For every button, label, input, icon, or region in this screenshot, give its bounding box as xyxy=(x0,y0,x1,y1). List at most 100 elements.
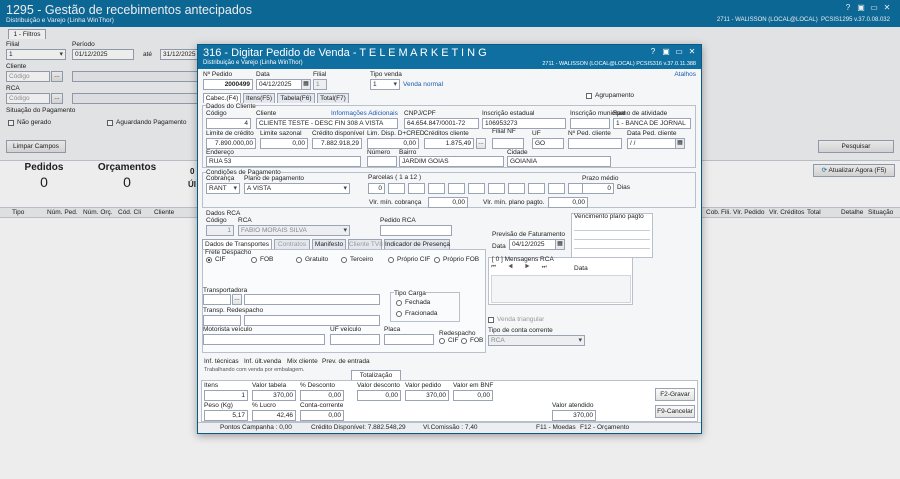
redespacho-field[interactable] xyxy=(203,315,241,326)
filial-field: 1 xyxy=(313,79,327,90)
fracionada-label: Fracionada xyxy=(405,310,438,317)
vlr-min-plano-label: Vlr. mín. plano pagto. xyxy=(483,199,545,206)
placa-field[interactable] xyxy=(384,334,434,345)
limite-label: Limite de crédito xyxy=(206,130,254,137)
cobranca-select[interactable]: RANT xyxy=(206,183,240,194)
atalhos-link[interactable]: Atalhos xyxy=(674,71,696,78)
parcela-7[interactable] xyxy=(488,183,505,194)
frete-proprio-cif-radio[interactable] xyxy=(388,257,394,263)
lucro-field: 42,46 xyxy=(252,410,296,421)
parcela-10[interactable] xyxy=(548,183,565,194)
frete-proprio-fob-radio[interactable] xyxy=(434,257,440,263)
calendar-icon[interactable]: ▦ xyxy=(675,139,684,148)
pct-desc-field: 0,00 xyxy=(300,390,344,401)
mensagens-nav[interactable]: ⏮◀▶⏭ xyxy=(491,264,571,273)
agrupamento-checkbox[interactable] xyxy=(586,93,592,99)
subtab-indicador[interactable]: Indicador de Presença xyxy=(384,239,450,249)
data-value: 04/12/2025 xyxy=(259,81,292,88)
num-pedido-label: Nº Pedido xyxy=(203,71,233,78)
pedido-rca-field[interactable] xyxy=(380,225,452,236)
status-f11: F11 - Moedas xyxy=(536,424,576,431)
num-pedido-field: 2000499 xyxy=(203,79,253,90)
data-field[interactable]: 04/12/2025 ▦ xyxy=(256,79,311,90)
venda-triangular-checkbox[interactable] xyxy=(488,317,494,323)
redespacho-fob-radio[interactable] xyxy=(461,338,467,344)
nped-field[interactable] xyxy=(568,138,622,149)
vlr-tabela-label: Valor tabela xyxy=(252,382,287,389)
tipo-carga-label: Tipo Carga xyxy=(394,290,426,297)
tab-mix-cliente[interactable]: Mix cliente xyxy=(287,358,318,365)
vlr-bnf-field: 0,00 xyxy=(453,390,493,401)
parcela-8[interactable] xyxy=(508,183,525,194)
placa-label: Placa xyxy=(384,326,401,333)
parcela-1[interactable]: 0 xyxy=(368,183,385,194)
dialog-close-icon[interactable]: ✕ xyxy=(687,47,697,56)
fracionada-radio[interactable] xyxy=(396,311,402,317)
subtab-contratos[interactable]: Contratos xyxy=(274,239,310,249)
tab-prev-entrada[interactable]: Prev. de entrada xyxy=(322,358,370,365)
filialnf-label: Filial NF xyxy=(492,128,516,135)
tipo-venda-select[interactable]: 1 xyxy=(370,79,400,90)
parcela-6[interactable] xyxy=(468,183,485,194)
frete-proprio-cif-label: Próprio CIF xyxy=(397,256,431,263)
tab-itens[interactable]: Itens(F5) xyxy=(243,93,275,103)
dialog-window-controls[interactable]: ? ▣ ▭ ✕ xyxy=(645,47,697,56)
previsao-data-field[interactable]: 04/12/2025 ▦ xyxy=(509,239,565,250)
frete-cif-radio[interactable] xyxy=(206,257,212,263)
nped-label: Nº Ped. cliente xyxy=(568,130,611,137)
filialnf-field[interactable] xyxy=(492,138,524,149)
plano-select[interactable]: A VISTA xyxy=(244,183,350,194)
codigo-field[interactable]: 4 xyxy=(206,118,251,129)
dialog-minimize-icon[interactable]: ▭ xyxy=(674,47,684,56)
tipo-cc-select[interactable]: RCA xyxy=(488,335,585,346)
parcela-9[interactable] xyxy=(528,183,545,194)
vlr-desc-label: Valor desconto xyxy=(357,382,400,389)
tab-inf-tecnicas[interactable]: Inf. técnicas xyxy=(204,358,239,365)
calendar-icon[interactable]: ▦ xyxy=(555,240,564,249)
subtab-cliente-tv8[interactable]: Cliente TV8 xyxy=(348,239,383,249)
cancelar-button[interactable]: F9-Cancelar xyxy=(655,405,695,418)
fechada-radio[interactable] xyxy=(396,300,402,306)
dialog-help-icon[interactable]: ? xyxy=(648,47,658,56)
vlr-bnf-label: Valor em BNF xyxy=(453,382,494,389)
frete-fob-radio[interactable] xyxy=(251,257,257,263)
parcela-3[interactable] xyxy=(408,183,425,194)
uf-veiculo-field[interactable] xyxy=(330,334,380,345)
dias-label: Dias xyxy=(617,184,631,191)
parcela-2[interactable] xyxy=(388,183,405,194)
uf-label: UF xyxy=(532,130,541,137)
parcela-4[interactable] xyxy=(428,183,445,194)
uf-veiculo-label: UF veículo xyxy=(330,326,362,333)
dataped-field[interactable]: / / ▦ xyxy=(627,138,685,149)
transportadora-search-button[interactable]: ... xyxy=(232,294,242,305)
cliente-label-dlg: Cliente xyxy=(256,110,277,117)
calendar-icon[interactable]: ▦ xyxy=(301,80,310,89)
cidade-field: GOIANIA xyxy=(507,156,611,167)
tab-inf-ult-venda[interactable]: Inf. últ.venda xyxy=(244,358,281,365)
info-adicionais-link[interactable]: Informações Adicionais xyxy=(331,110,398,117)
frete-terceiro-label: Terceiro xyxy=(350,256,374,263)
itens-field: 1 xyxy=(204,390,248,401)
redespacho-cif-radio[interactable] xyxy=(439,338,445,344)
tab-cabec[interactable]: Cabec.(F4) xyxy=(203,93,241,103)
transportadora-field[interactable] xyxy=(203,294,231,305)
subtab-transportes[interactable]: Dados de Transportes xyxy=(202,239,272,249)
frete-terceiro-radio[interactable] xyxy=(341,257,347,263)
gravar-button[interactable]: F2-Gravar xyxy=(655,388,695,401)
motorista-field[interactable] xyxy=(203,334,325,345)
mensagens-panel: [ 0 ] Mensagens RCA ⏮◀▶⏭ Data xyxy=(488,256,633,305)
tab-tabela[interactable]: Tabela(F6) xyxy=(277,93,315,103)
venc-plano-grid xyxy=(574,222,650,257)
tab-total[interactable]: Total(F7) xyxy=(317,93,349,103)
subtab-manifesto[interactable]: Manifesto xyxy=(312,239,346,249)
pct-desc-label: % Desconto xyxy=(300,382,336,389)
cidade-label: Cidade xyxy=(507,149,528,156)
frete-gratuito-radio[interactable] xyxy=(296,257,302,263)
transportadora-name-field xyxy=(244,294,380,305)
dialog-restore-icon[interactable]: ▣ xyxy=(661,47,671,56)
parcela-5[interactable] xyxy=(448,183,465,194)
dialog-title: 316 - Digitar Pedido de Venda - T E L E … xyxy=(203,47,487,59)
totalizacao-tab[interactable]: Totalização xyxy=(351,370,401,380)
creditos-detail-button[interactable]: ... xyxy=(476,138,486,149)
vlr-min-cob-field: 0,00 xyxy=(428,197,468,208)
